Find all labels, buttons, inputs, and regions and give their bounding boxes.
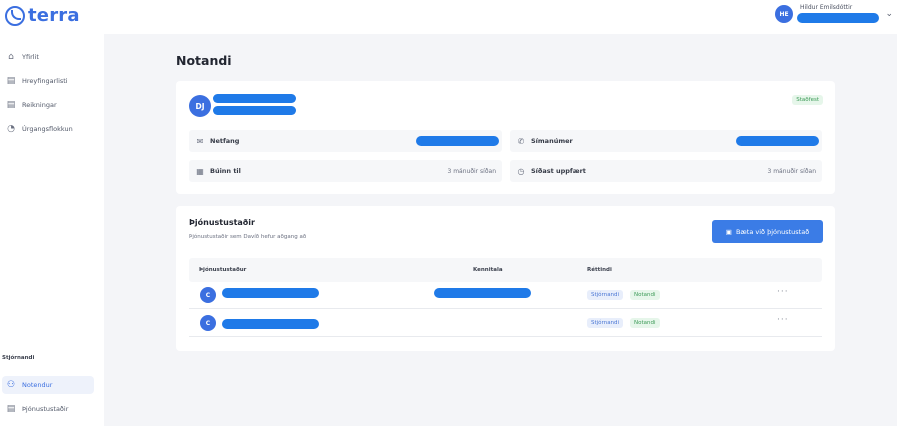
home-icon: ⌂ [8,52,14,62]
email-label: Netfang [210,137,240,145]
mail-icon: ✉ [196,136,204,146]
top-bar: terra HE Hildur Emilsdóttir ⌄ [0,0,897,34]
sidebar-item-label: Hreyfingarlisti [22,77,68,85]
sidebar-section-admin: Stjórnandi [2,355,35,361]
location-avatar: C [200,315,216,331]
redacted-location-name [222,288,319,298]
calendar-icon: ▦ [196,166,204,176]
logo-text: terra [28,5,80,26]
sidebar-item-reikningar[interactable]: ▤ Reikningar [2,96,94,114]
column-header-location[interactable]: Þjónustustaður [199,267,246,273]
sidebar-item-label: Yfirlit [22,53,39,61]
location-avatar: C [200,287,216,303]
redacted-email [797,13,879,23]
document-icon: ▤ [6,404,16,414]
more-options-icon[interactable]: ··· [777,315,789,325]
table-header: Þjónustustaður Kennitala Réttindi [189,258,822,282]
section-subtitle: Þjónustustaðir sem Davíð hefur aðgang að [189,234,307,240]
redacted-phone-value [736,136,819,146]
phone-label: Símanúmer [531,137,573,145]
email-field: ✉ Netfang [189,130,502,152]
table-row[interactable]: C Stjórnandi Notandi ··· [189,310,822,337]
page-title: Notandi [176,53,232,68]
redacted-user-id [213,106,296,115]
add-location-button[interactable]: ▣ Bæta við þjónustustað [712,220,823,243]
role-chip-admin: Stjórnandi [587,290,624,300]
sidebar: ⌂ Yfirlit ▤ Hreyfingarlisti ▤ Reikningar… [0,34,104,426]
redacted-user-name [213,94,296,103]
sidebar-item-notendur[interactable]: ⚇ Notendur [2,376,94,394]
list-icon: ▤ [6,76,16,86]
terra-logo-icon [5,5,25,26]
updated-label: Síðast uppfært [531,167,586,175]
redacted-ssn [434,288,531,298]
add-location-button-label: Bæta við þjónustustað [735,227,810,236]
chevron-down-icon[interactable]: ⌄ [885,9,893,19]
created-value: 3 mánuðir síðan [447,167,496,175]
sidebar-item-urgangsflokkun[interactable]: ◔ Úrgangsflokkun [2,120,94,138]
user-avatar-large: DJ [189,95,211,117]
logo[interactable]: terra [5,5,80,26]
phone-field: ✆ Símanúmer [510,130,822,152]
updated-value: 3 mánuðir síðan [767,167,816,175]
add-document-icon: ▣ [725,227,732,236]
sidebar-item-label: Úrgangsflokkun [22,125,73,133]
sidebar-item-label: Reikningar [22,101,57,109]
user-name: Hildur Emilsdóttir [800,4,853,11]
updated-field: ◷ Síðast uppfært 3 mánuðir síðan [510,160,822,182]
column-header-ssn[interactable]: Kennitala [473,267,503,273]
pie-chart-icon: ◔ [7,124,15,134]
sidebar-item-label: Notendur [22,381,53,389]
sidebar-item-yfirlit[interactable]: ⌂ Yfirlit [2,48,94,66]
user-avatar[interactable]: HE [775,5,793,23]
redacted-location-name [222,319,319,329]
status-badge: Staðfest [792,95,823,105]
section-title: Þjónustustaðir [189,218,255,227]
phone-icon: ✆ [517,136,525,146]
user-detail-card: DJ Staðfest ✉ Netfang ✆ Símanúmer ▦ Búin… [176,81,835,194]
document-icon: ▤ [6,100,16,110]
role-chip-user: Notandi [630,290,660,300]
table-row[interactable]: C Stjórnandi Notandi ··· [189,282,822,309]
created-label: Búinn til [210,167,241,175]
column-header-permissions[interactable]: Réttindi [587,267,612,273]
created-field: ▦ Búinn til 3 mánuðir síðan [189,160,502,182]
redacted-email-value [416,136,499,146]
role-chip-user: Notandi [630,318,660,328]
sidebar-item-hreyfingarlisti[interactable]: ▤ Hreyfingarlisti [2,72,94,90]
service-locations-card: Þjónustustaðir Þjónustustaðir sem Davíð … [176,206,835,351]
user-menu[interactable]: HE Hildur Emilsdóttir ⌄ [767,4,897,28]
role-chip-admin: Stjórnandi [587,318,624,328]
users-icon: ⚇ [6,380,16,390]
more-options-icon[interactable]: ··· [777,287,789,297]
clock-icon: ◷ [517,166,525,176]
sidebar-item-thjonustustadir[interactable]: ▤ Þjónustustaðir [2,400,94,418]
sidebar-item-label: Þjónustustaðir [22,405,69,413]
